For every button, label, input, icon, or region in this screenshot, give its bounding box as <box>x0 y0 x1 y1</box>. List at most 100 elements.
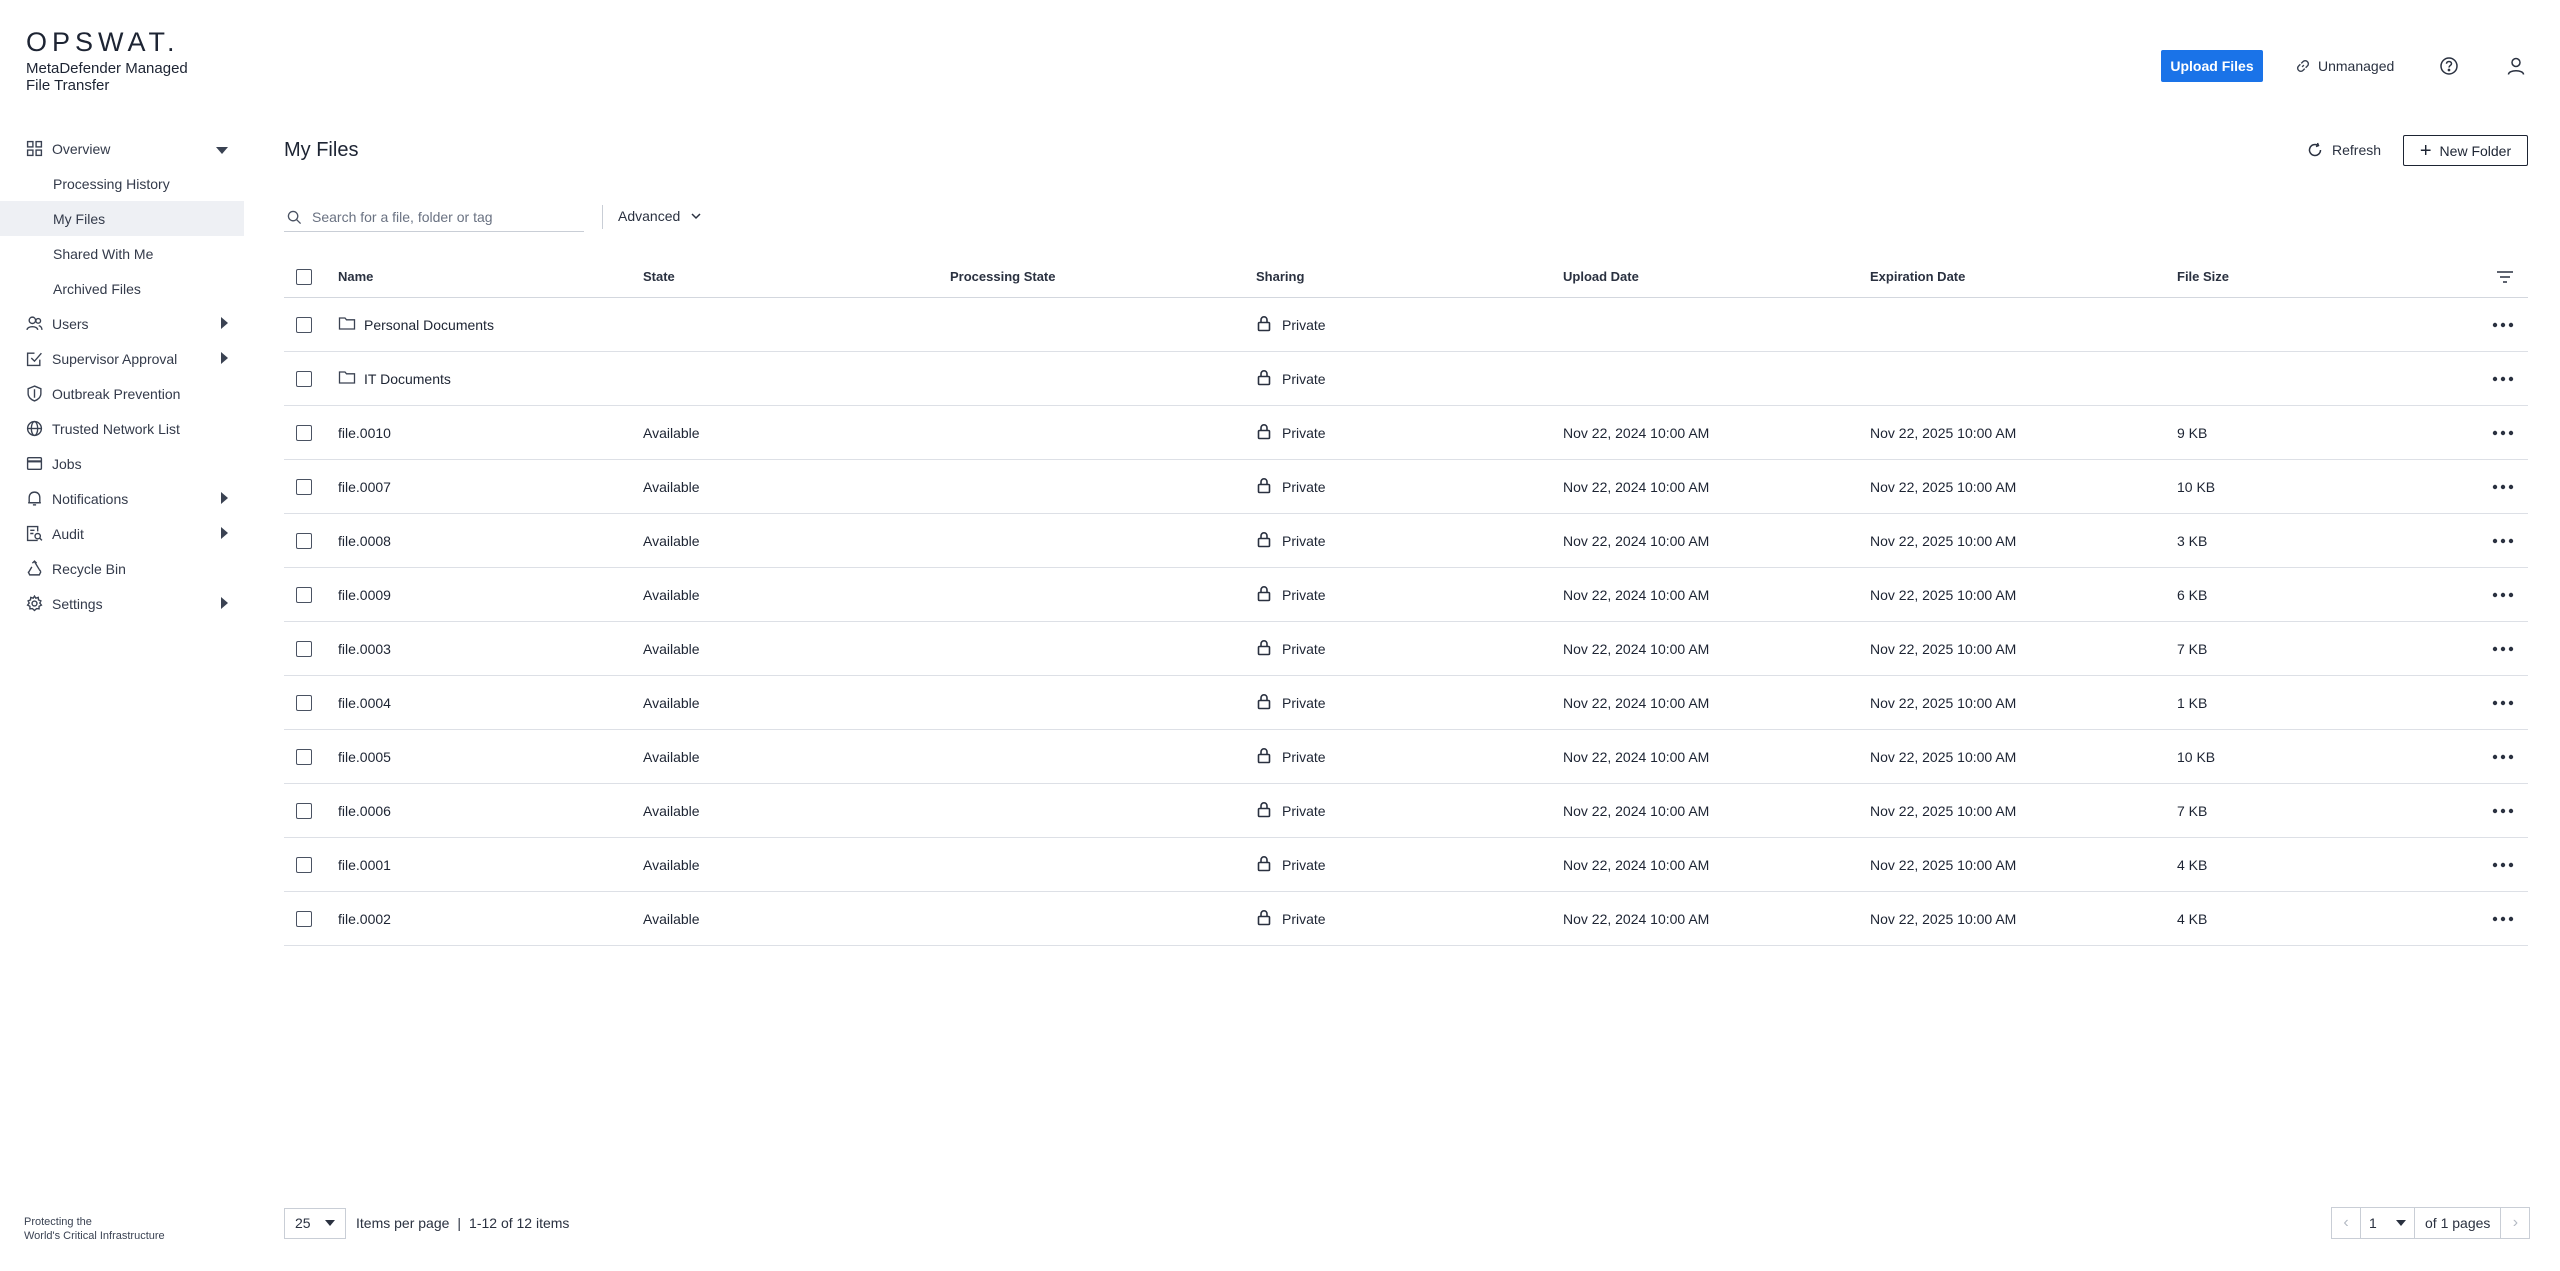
row-checkbox[interactable] <box>296 910 312 927</box>
more-actions-icon[interactable] <box>2492 568 2514 621</box>
advanced-label: Advanced <box>618 208 681 224</box>
row-checkbox[interactable] <box>296 802 312 819</box>
state-cell: Available <box>643 640 700 657</box>
lock-icon <box>1256 693 1282 713</box>
more-actions-icon[interactable] <box>2492 730 2514 783</box>
sidebar-item-audit[interactable]: Audit <box>0 516 244 551</box>
more-actions-icon[interactable] <box>2492 514 2514 567</box>
unmanaged-link[interactable]: Unmanaged <box>2296 50 2394 82</box>
more-actions-icon[interactable] <box>2492 676 2514 729</box>
sidebar-item-label: Jobs <box>52 455 82 472</box>
more-actions-icon[interactable] <box>2492 892 2514 945</box>
sharing-value: Private <box>1282 856 1326 873</box>
search-input[interactable] <box>312 209 572 225</box>
sidebar-item-my-files[interactable]: My Files <box>0 201 244 236</box>
file-name-cell[interactable]: Personal Documents <box>338 298 494 351</box>
sidebar-item-shared-with-me[interactable]: Shared With Me <box>0 236 244 271</box>
table-row[interactable]: file.0003 Available Private Nov 22, 2024 10… <box>284 622 2528 676</box>
column-header-processing-state[interactable]: Processing State <box>950 256 1056 297</box>
column-header-expiration-date[interactable]: Expiration Date <box>1870 256 1965 297</box>
row-checkbox[interactable] <box>296 640 312 657</box>
row-checkbox[interactable] <box>296 478 312 495</box>
file-name-cell[interactable]: file.0009 <box>338 568 391 621</box>
file-name-cell[interactable]: file.0004 <box>338 676 391 729</box>
upload-files-button[interactable]: Upload Files <box>2161 50 2263 82</box>
row-checkbox[interactable] <box>296 370 312 387</box>
sidebar-item-archived-files[interactable]: Archived Files <box>0 271 244 306</box>
file-name-cell[interactable]: file.0001 <box>338 838 391 891</box>
column-filter-icon[interactable] <box>2496 256 2514 297</box>
table-row[interactable]: file.0002 Available Private Nov 22, 2024 10… <box>284 892 2528 946</box>
table-row[interactable]: file.0005 Available Private Nov 22, 2024 10… <box>284 730 2528 784</box>
row-checkbox[interactable] <box>296 586 312 603</box>
caret-right-icon <box>221 491 228 507</box>
expiration-date-cell: Nov 22, 2025 10:00 AM <box>1870 802 2017 819</box>
sidebar-item-label: Settings <box>52 595 103 612</box>
items-per-page-select[interactable]: 25 <box>284 1207 346 1239</box>
sidebar-item-settings[interactable]: Settings <box>0 586 244 621</box>
file-name-cell[interactable]: file.0003 <box>338 622 391 675</box>
sidebar-item-outbreak-prevention[interactable]: Outbreak Prevention <box>0 376 244 411</box>
more-actions-icon[interactable] <box>2492 838 2514 891</box>
column-header-file-size[interactable]: File Size <box>2177 256 2229 297</box>
sidebar-item-label: My Files <box>53 210 106 227</box>
file-name-cell[interactable]: file.0008 <box>338 514 391 567</box>
row-checkbox[interactable] <box>296 856 312 873</box>
file-name: file.0009 <box>338 586 391 603</box>
table-row[interactable]: file.0007 Available Private Nov 22, 2024 10… <box>284 460 2528 514</box>
file-name-cell[interactable]: file.0002 <box>338 892 391 945</box>
more-actions-icon[interactable] <box>2492 622 2514 675</box>
user-profile-icon[interactable] <box>2505 55 2527 77</box>
advanced-filter-button[interactable]: Advanced <box>618 203 702 229</box>
more-actions-icon[interactable] <box>2492 406 2514 459</box>
more-actions-icon[interactable] <box>2492 784 2514 837</box>
table-row[interactable]: file.0009 Available Private Nov 22, 2024 10… <box>284 568 2528 622</box>
sidebar-item-recycle-bin[interactable]: Recycle Bin <box>0 551 244 586</box>
file-name-cell[interactable]: file.0006 <box>338 784 391 837</box>
file-name-cell[interactable]: file.0010 <box>338 406 391 459</box>
table-row[interactable]: file.0010 Available Private Nov 22, 2024 10… <box>284 406 2528 460</box>
table-row[interactable]: file.0001 Available Private Nov 22, 2024 10… <box>284 838 2528 892</box>
expiration-date-cell: Nov 22, 2025 10:00 AM <box>1870 694 2017 711</box>
sidebar-item-overview[interactable]: Overview <box>0 131 244 166</box>
column-header-sharing[interactable]: Sharing <box>1256 256 1304 297</box>
select-all-checkbox[interactable] <box>296 268 312 285</box>
sidebar-item-jobs[interactable]: Jobs <box>0 446 244 481</box>
table-row[interactable]: Personal Documents Private <box>284 298 2528 352</box>
caret-right-icon <box>221 351 228 367</box>
table-row[interactable]: file.0004 Available Private Nov 22, 2024 10… <box>284 676 2528 730</box>
more-actions-icon[interactable] <box>2492 460 2514 513</box>
more-actions-icon[interactable] <box>2492 352 2514 405</box>
next-page-button[interactable]: › <box>2501 1208 2529 1238</box>
column-header-state[interactable]: State <box>643 256 675 297</box>
file-name-cell[interactable]: file.0007 <box>338 460 391 513</box>
sidebar-item-label: Overview <box>52 140 111 157</box>
table-row[interactable]: IT Documents Private <box>284 352 2528 406</box>
column-header-name[interactable]: Name <box>338 256 373 297</box>
sidebar-item-supervisor-approval[interactable]: Supervisor Approval <box>0 341 244 376</box>
upload-date-cell: Nov 22, 2024 10:00 AM <box>1563 532 1710 549</box>
file-name-cell[interactable]: IT Documents <box>338 352 451 405</box>
brand-logo[interactable]: OPSWAT. MetaDefender Managed File Transf… <box>26 28 216 94</box>
sidebar-item-processing-history[interactable]: Processing History <box>0 166 244 201</box>
prev-page-button[interactable]: ‹ <box>2332 1208 2360 1238</box>
sidebar-item-trusted-network-list[interactable]: Trusted Network List <box>0 411 244 446</box>
table-row[interactable]: file.0008 Available Private Nov 22, 2024 10… <box>284 514 2528 568</box>
row-checkbox[interactable] <box>296 748 312 765</box>
sidebar-item-users[interactable]: Users <box>0 306 244 341</box>
lock-icon <box>1256 909 1282 929</box>
new-folder-button[interactable]: + New Folder <box>2403 135 2528 166</box>
row-checkbox[interactable] <box>296 694 312 711</box>
page-select[interactable]: 1 <box>2360 1208 2414 1238</box>
column-header-upload-date[interactable]: Upload Date <box>1563 256 1639 297</box>
row-checkbox[interactable] <box>296 316 312 333</box>
help-icon[interactable] <box>2438 55 2460 77</box>
table-row[interactable]: file.0006 Available Private Nov 22, 2024 10… <box>284 784 2528 838</box>
row-checkbox[interactable] <box>296 532 312 549</box>
row-checkbox[interactable] <box>296 424 312 441</box>
sidebar-item-notifications[interactable]: Notifications <box>0 481 244 516</box>
refresh-button[interactable]: Refresh <box>2307 136 2381 164</box>
more-actions-icon[interactable] <box>2492 298 2514 351</box>
file-name-cell[interactable]: file.0005 <box>338 730 391 783</box>
file-name: Personal Documents <box>364 316 494 333</box>
